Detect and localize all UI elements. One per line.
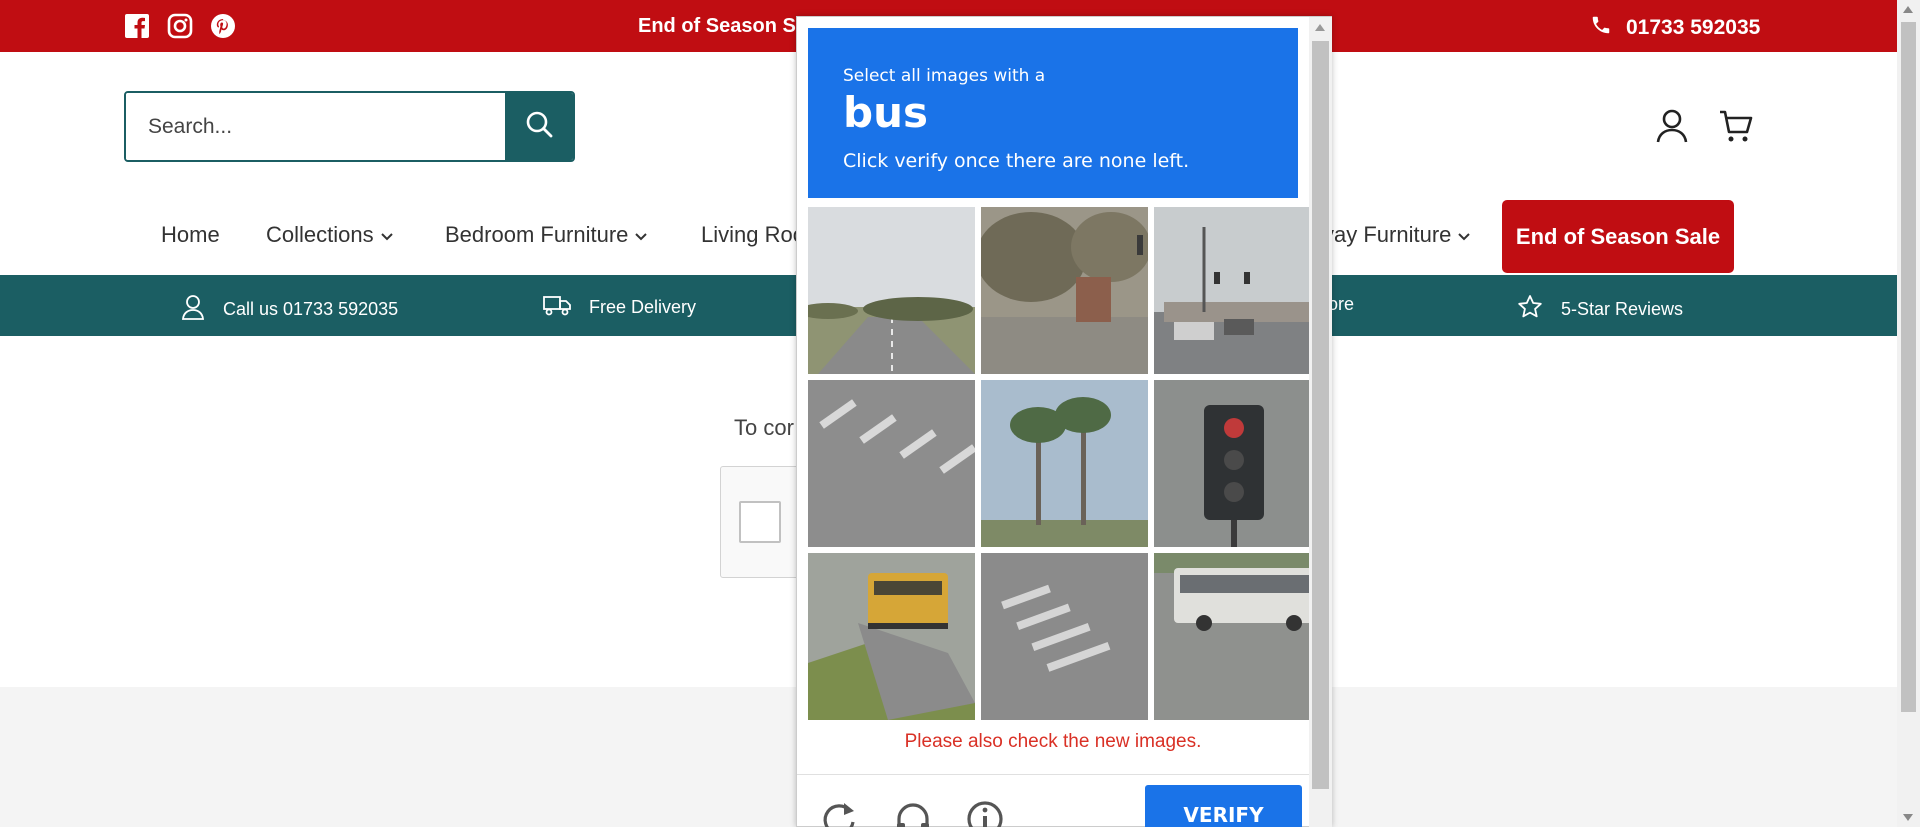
user-icon <box>181 294 205 325</box>
nav-item-living-room[interactable]: Living Roo <box>701 222 805 248</box>
topbar-phone-number: 01733 592035 <box>1626 16 1761 39</box>
usp-label: Free Delivery <box>589 297 697 317</box>
challenge-scrollbar[interactable] <box>1309 17 1332 827</box>
search-icon <box>524 109 554 144</box>
info-icon[interactable] <box>965 799 1005 827</box>
nav-item-label: Collections <box>266 222 374 247</box>
page-scrollbar[interactable] <box>1897 0 1920 827</box>
chevron-down-icon <box>634 222 648 248</box>
nav-item-home[interactable]: Home <box>161 222 220 248</box>
challenge-tile-6[interactable] <box>1154 380 1321 547</box>
challenge-tile-4[interactable] <box>808 380 975 547</box>
crosswalk-image <box>981 553 1148 720</box>
palm-trees-image <box>981 380 1148 547</box>
traffic-light-image <box>1154 380 1321 547</box>
verify-button[interactable]: VERIFY <box>1145 785 1302 827</box>
nav-item-hallway-furniture[interactable]: vay Furniture <box>1323 222 1471 248</box>
nav-item-label: Living Roo <box>701 222 805 247</box>
usp-label: 5-Star Reviews <box>1561 299 1684 319</box>
challenge-tile-2[interactable] <box>981 207 1148 374</box>
search-bar <box>124 91 575 162</box>
search-button[interactable] <box>505 93 573 160</box>
challenge-tile-8[interactable] <box>981 553 1148 720</box>
nav-item-collections[interactable]: Collections <box>266 222 394 248</box>
nav-item-label: Bedroom Furniture <box>445 222 629 247</box>
star-icon <box>1517 294 1543 325</box>
challenge-tile-1[interactable] <box>808 207 975 374</box>
recaptcha-challenge: Select all images with a bus Click verif… <box>796 16 1332 827</box>
challenge-divider <box>797 774 1309 775</box>
challenge-instruction: Select all images with a <box>843 66 1046 86</box>
challenge-target: bus <box>843 88 928 137</box>
scroll-up-icon[interactable] <box>1903 6 1913 13</box>
search-input[interactable] <box>126 93 505 160</box>
instagram-icon[interactable] <box>167 13 193 39</box>
scrollbar-thumb[interactable] <box>1901 22 1916 712</box>
challenge-header: Select all images with a bus Click verif… <box>808 28 1298 198</box>
challenge-tile-9[interactable] <box>1154 553 1321 720</box>
cart-icon[interactable] <box>1718 108 1754 144</box>
challenge-tile-5[interactable] <box>981 380 1148 547</box>
reload-icon[interactable] <box>820 799 860 827</box>
challenge-tile-3[interactable] <box>1154 207 1321 374</box>
challenge-error-text: Please also check the new images. <box>904 731 1202 752</box>
challenge-subinstruction: Click verify once there are none left. <box>843 150 1190 172</box>
chevron-down-icon <box>1457 222 1471 248</box>
school-bus-image <box>808 553 975 720</box>
challenge-tile-7[interactable] <box>808 553 975 720</box>
recaptcha-checkbox[interactable] <box>739 501 781 543</box>
trees-image <box>981 207 1148 374</box>
scroll-up-icon[interactable] <box>1315 24 1325 31</box>
scroll-down-icon[interactable] <box>1903 814 1913 821</box>
usp-call[interactable]: Call us 01733 592035 <box>181 294 398 325</box>
truck-icon <box>543 294 571 321</box>
nav-item-label: Home <box>161 222 220 247</box>
account-icon[interactable] <box>1655 108 1689 144</box>
topbar-phone[interactable]: 01733 592035 <box>1590 14 1760 42</box>
usp-label: Call us 01733 592035 <box>223 299 399 319</box>
social-links <box>124 13 236 39</box>
chevron-down-icon <box>380 222 394 248</box>
nav-item-label: vay Furniture <box>1323 222 1452 247</box>
usp-reviews[interactable]: 5-Star Reviews <box>1517 294 1683 325</box>
scrollbar-thumb[interactable] <box>1312 41 1329 789</box>
audio-icon[interactable] <box>893 799 933 827</box>
intersection-image <box>1154 207 1321 374</box>
pinterest-icon[interactable] <box>210 13 236 39</box>
facebook-icon[interactable] <box>124 13 150 39</box>
nav-item-bedroom-furniture[interactable]: Bedroom Furniture <box>445 222 648 248</box>
crosswalk-image <box>808 380 975 547</box>
phone-icon <box>1590 14 1612 42</box>
usp-delivery[interactable]: Free Delivery <box>543 294 696 321</box>
captcha-prompt-text: To cor <box>734 415 794 440</box>
city-bus-image <box>1154 553 1321 720</box>
road-image <box>808 207 975 374</box>
promo-text[interactable]: End of Season Sa <box>638 15 807 38</box>
nav-sale-button[interactable]: End of Season Sale <box>1502 200 1734 273</box>
